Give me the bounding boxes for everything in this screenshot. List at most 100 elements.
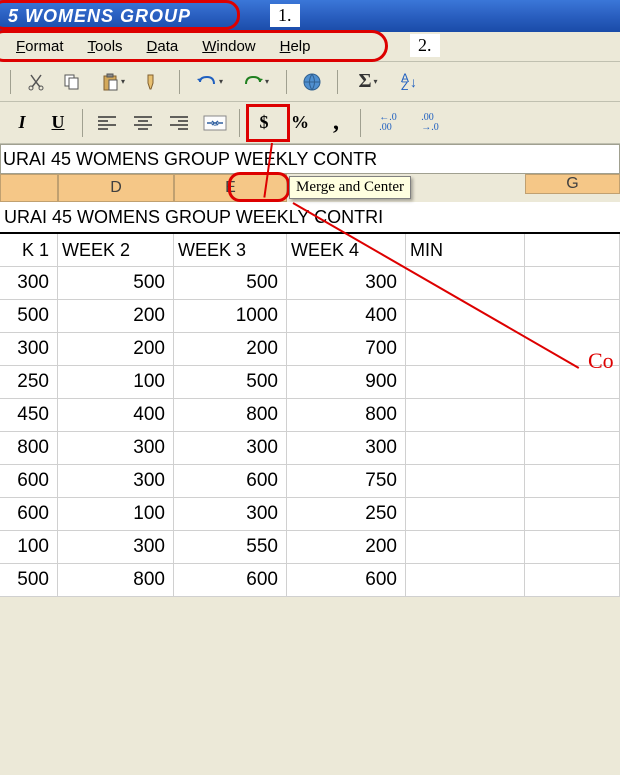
data-cell[interactable]: 500 — [0, 300, 58, 333]
data-cell[interactable]: 600 — [174, 564, 287, 597]
data-cell[interactable]: 700 — [287, 333, 406, 366]
menu-data[interactable]: Data — [135, 34, 191, 59]
data-cell[interactable]: 300 — [58, 432, 174, 465]
data-cell[interactable] — [525, 432, 620, 465]
data-cell[interactable]: 1000 — [174, 300, 287, 333]
merged-title-cell[interactable]: URAI 45 WOMENS GROUP WEEKLY CONTRI — [0, 202, 620, 232]
data-cell[interactable]: 300 — [174, 498, 287, 531]
data-cell[interactable]: 800 — [287, 399, 406, 432]
column-header-e[interactable]: E — [174, 174, 287, 202]
data-cell[interactable]: 800 — [58, 564, 174, 597]
data-cell[interactable]: 200 — [58, 333, 174, 366]
data-cell[interactable]: 600 — [287, 564, 406, 597]
data-cell[interactable] — [525, 465, 620, 498]
data-cell[interactable] — [406, 465, 525, 498]
data-cell[interactable]: 200 — [58, 300, 174, 333]
data-cell[interactable]: 900 — [287, 366, 406, 399]
data-cell[interactable]: 800 — [0, 432, 58, 465]
data-cell[interactable]: 500 — [58, 267, 174, 300]
data-cell[interactable] — [525, 267, 620, 300]
column-header-partial[interactable] — [0, 174, 58, 202]
header-cell[interactable]: WEEK 2 — [58, 234, 174, 267]
data-cell[interactable]: 750 — [287, 465, 406, 498]
comma-style-button[interactable]: , — [318, 106, 354, 140]
data-cell[interactable]: 100 — [0, 531, 58, 564]
data-cell[interactable] — [406, 399, 525, 432]
data-cell[interactable]: 400 — [287, 300, 406, 333]
data-cell[interactable]: 100 — [58, 366, 174, 399]
data-cell[interactable]: 550 — [174, 531, 287, 564]
data-cell[interactable]: 600 — [174, 465, 287, 498]
header-cell[interactable]: K 1 — [0, 234, 58, 267]
italic-icon: I — [18, 112, 25, 133]
copy-button[interactable] — [57, 67, 87, 97]
insert-hyperlink-button[interactable] — [297, 67, 327, 97]
data-cell[interactable]: 200 — [287, 531, 406, 564]
data-cell[interactable] — [406, 300, 525, 333]
format-painter-button[interactable] — [139, 67, 169, 97]
merged-title-row[interactable]: URAI 45 WOMENS GROUP WEEKLY CONTRI — [0, 202, 620, 234]
worksheet-grid[interactable]: URAI 45 WOMENS GROUP WEEKLY CONTRI K 1 W… — [0, 202, 620, 597]
italic-button[interactable]: I — [4, 106, 40, 140]
data-cell[interactable] — [406, 366, 525, 399]
data-cell[interactable] — [406, 564, 525, 597]
formula-bar[interactable]: URAI 45 WOMENS GROUP WEEKLY CONTR — [0, 144, 620, 174]
globe-icon — [302, 72, 322, 92]
cut-button[interactable] — [21, 67, 51, 97]
header-cell[interactable]: WEEK 4 — [287, 234, 406, 267]
data-cell[interactable] — [525, 399, 620, 432]
data-cell[interactable]: 800 — [174, 399, 287, 432]
menu-tools[interactable]: Tools — [76, 34, 135, 59]
data-cell[interactable]: 100 — [58, 498, 174, 531]
data-cell[interactable] — [525, 300, 620, 333]
redo-button[interactable]: ▾ — [236, 67, 276, 97]
percent-button[interactable]: % — [282, 106, 318, 140]
data-cell[interactable]: 500 — [174, 267, 287, 300]
header-cell[interactable] — [525, 234, 620, 267]
align-center-button[interactable] — [125, 106, 161, 140]
data-cell[interactable] — [525, 531, 620, 564]
underline-button[interactable]: U — [40, 106, 76, 140]
sort-ascending-button[interactable]: AZ ↓ — [394, 67, 424, 97]
data-cell[interactable] — [525, 498, 620, 531]
data-cell[interactable]: 250 — [0, 366, 58, 399]
data-cell[interactable]: 450 — [0, 399, 58, 432]
column-header-d[interactable]: D — [58, 174, 174, 202]
menu-window[interactable]: Window — [190, 34, 267, 59]
decrease-decimal-button[interactable]: .00→.0 — [409, 106, 451, 140]
data-cell[interactable]: 250 — [287, 498, 406, 531]
data-cell[interactable] — [406, 531, 525, 564]
undo-button[interactable]: ▾ — [190, 67, 230, 97]
data-cell[interactable] — [525, 564, 620, 597]
align-left-button[interactable] — [89, 106, 125, 140]
data-cell[interactable] — [406, 267, 525, 300]
data-cell[interactable]: 300 — [287, 267, 406, 300]
data-cell[interactable]: 300 — [58, 465, 174, 498]
data-cell[interactable]: 200 — [174, 333, 287, 366]
data-cell[interactable] — [406, 498, 525, 531]
autosum-button[interactable]: Σ ▾ — [348, 67, 388, 97]
data-cell[interactable]: 400 — [58, 399, 174, 432]
data-cell[interactable]: 500 — [0, 564, 58, 597]
data-cell[interactable]: 600 — [0, 465, 58, 498]
data-cell[interactable] — [406, 333, 525, 366]
data-cell[interactable]: 300 — [0, 333, 58, 366]
merge-and-center-button[interactable]: a — [197, 106, 233, 140]
menu-help[interactable]: Help — [268, 34, 323, 59]
column-header-g[interactable]: G — [525, 174, 620, 194]
data-cell[interactable]: 300 — [0, 267, 58, 300]
data-cell[interactable]: 500 — [174, 366, 287, 399]
data-cell[interactable]: 300 — [58, 531, 174, 564]
increase-decimal-button[interactable]: ←.0.00 — [367, 106, 409, 140]
header-cell[interactable]: WEEK 3 — [174, 234, 287, 267]
align-right-button[interactable] — [161, 106, 197, 140]
data-cell[interactable] — [406, 432, 525, 465]
data-cell[interactable]: 300 — [287, 432, 406, 465]
paste-button[interactable]: ▾ — [93, 67, 133, 97]
menu-format[interactable]: Format — [4, 34, 76, 59]
data-cell[interactable]: 600 — [0, 498, 58, 531]
header-cell[interactable]: MIN — [406, 234, 525, 267]
data-cell[interactable]: 300 — [174, 432, 287, 465]
table-row: 800300300300 — [0, 432, 620, 465]
currency-button[interactable]: $ — [246, 106, 282, 140]
